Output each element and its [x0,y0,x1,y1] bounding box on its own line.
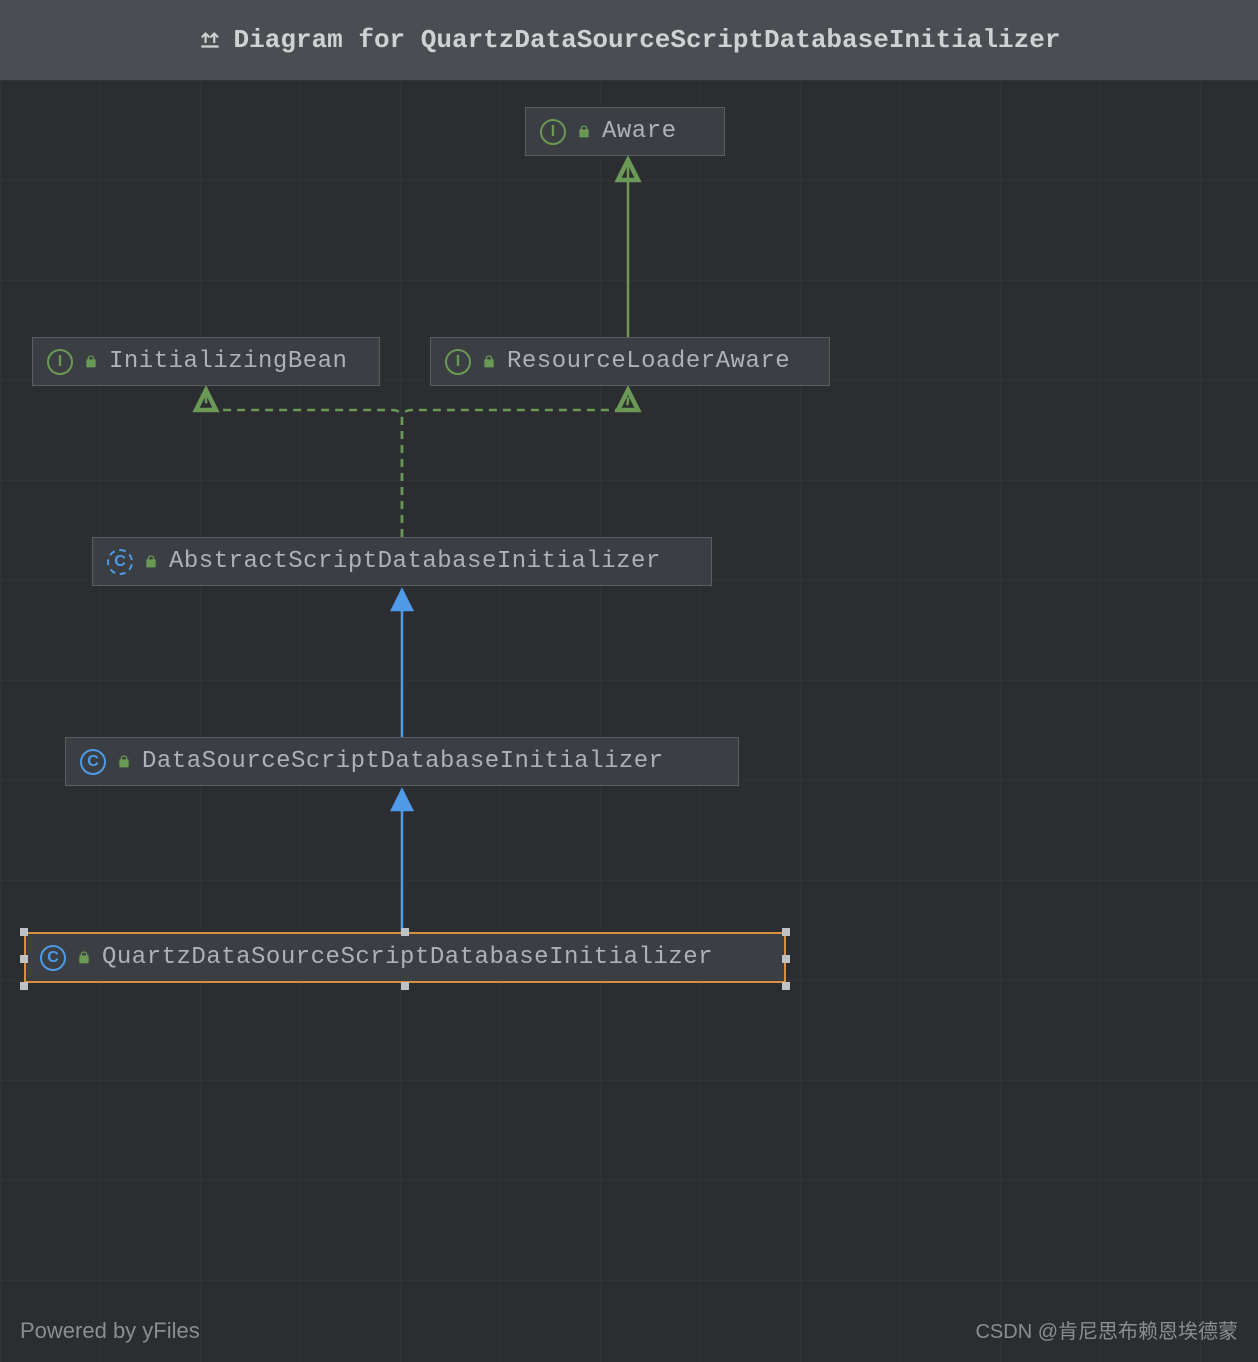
selection-handle[interactable] [401,928,409,936]
node-label: QuartzDataSourceScriptDatabaseInitialize… [102,944,713,971]
lock-icon [143,554,159,570]
selection-handle[interactable] [401,982,409,990]
interface-icon: I [47,349,73,375]
node-quartzInit[interactable]: C QuartzDataSourceScriptDatabaseInitiali… [24,932,786,983]
canvas-grid [0,80,1258,1362]
selection-handle[interactable] [782,955,790,963]
node-label: InitializingBean [109,348,347,375]
node-initializingBean[interactable]: I InitializingBean [32,337,380,386]
diagram-canvas[interactable]: I Aware I InitializingBean I ResourceLoa… [0,80,1258,1362]
footer-watermark: CSDN @肯尼思布赖恩埃德蒙 [975,1315,1238,1344]
node-resourceLoaderAware[interactable]: I ResourceLoaderAware [430,337,830,386]
selection-handle[interactable] [782,982,790,990]
class-icon: C [40,945,66,971]
node-label: AbstractScriptDatabaseInitializer [169,548,661,575]
diagram-title: Diagram for QuartzDataSourceScriptDataba… [234,25,1061,55]
node-aware[interactable]: I Aware [525,107,725,156]
lock-icon [76,950,92,966]
lock-icon [116,754,132,770]
interface-icon: I [445,349,471,375]
interface-icon: I [540,119,566,145]
footer-attribution: Powered by yFiles [20,1318,200,1344]
lock-icon [481,354,497,370]
node-label: ResourceLoaderAware [507,348,790,375]
selection-handle[interactable] [20,928,28,936]
selection-handle[interactable] [782,928,790,936]
selection-handle[interactable] [20,982,28,990]
node-abstractInit[interactable]: C AbstractScriptDatabaseInitializer [92,537,712,586]
node-dataSourceInit[interactable]: C DataSourceScriptDatabaseInitializer [65,737,739,786]
lock-icon [576,124,592,140]
class-icon: C [80,749,106,775]
diagram-header: Diagram for QuartzDataSourceScriptDataba… [0,0,1258,80]
selection-handle[interactable] [20,955,28,963]
lock-icon [83,354,99,370]
abstract-class-icon: C [107,549,133,575]
node-label: Aware [602,118,677,145]
hierarchy-icon [198,27,224,53]
node-label: DataSourceScriptDatabaseInitializer [142,748,664,775]
